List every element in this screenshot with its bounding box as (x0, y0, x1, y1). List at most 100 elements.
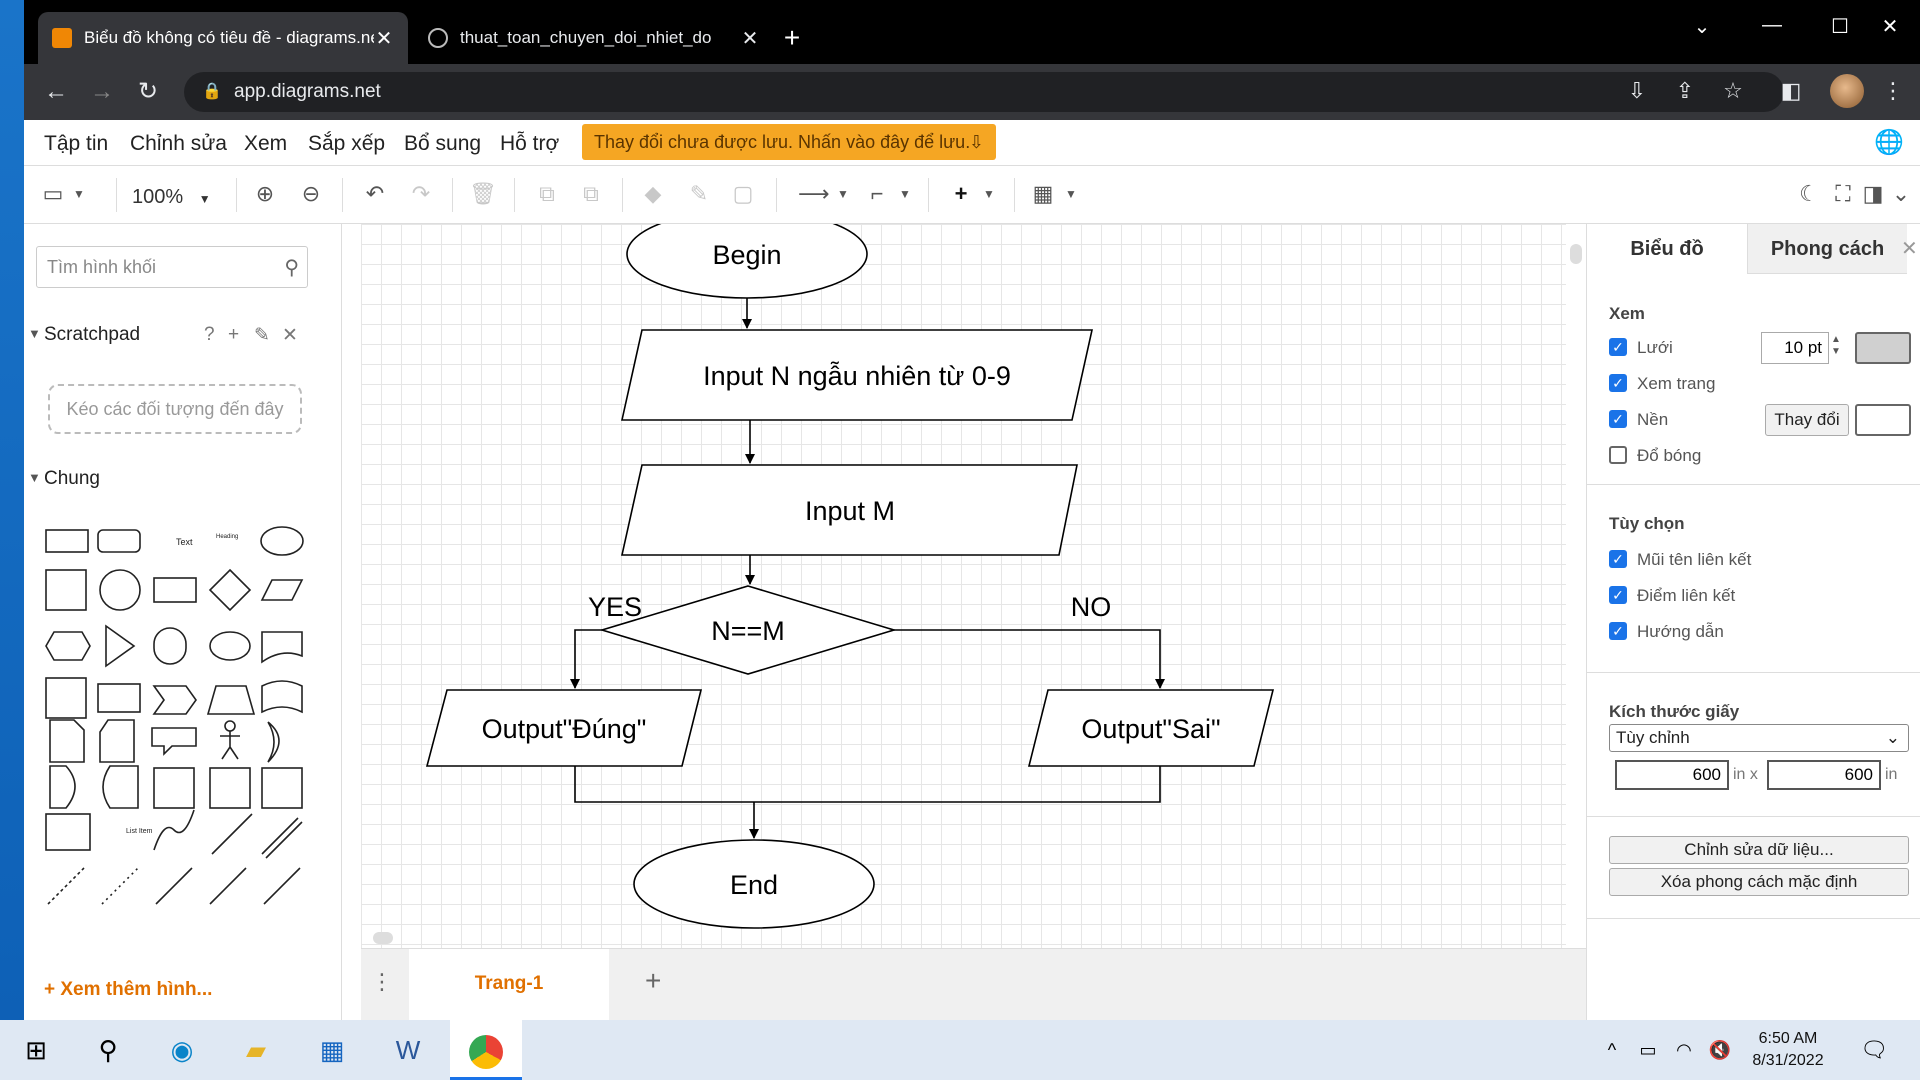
menu-edit[interactable]: Chỉnh sửa (130, 132, 227, 156)
shape-line[interactable] (155, 867, 193, 905)
tab-github[interactable]: thuat_toan_chuyen_doi_nhiet_do ✕ (414, 12, 774, 64)
tab-search-icon[interactable]: ⌄ (1682, 14, 1722, 39)
paper-height-input[interactable]: 600 (1767, 760, 1881, 790)
edge-yes[interactable] (570, 629, 602, 689)
table-icon[interactable]: ▦ (1028, 180, 1058, 208)
shape-trapezoid[interactable] (206, 685, 256, 715)
search-icon[interactable]: ⚲ (284, 255, 299, 280)
shape-swimlane[interactable] (209, 767, 251, 809)
help-icon[interactable]: ? (204, 324, 215, 346)
menu-arrange[interactable]: Sắp xếp (308, 132, 385, 156)
menu-view[interactable]: Xem (244, 132, 287, 156)
url-bar[interactable]: 🔒 app.diagrams.net (184, 72, 1784, 112)
word-icon[interactable]: W (386, 1030, 430, 1070)
avatar[interactable] (1830, 74, 1864, 108)
change-background-button[interactable]: Thay đổi (1765, 404, 1849, 436)
maximize-button[interactable]: ☐ (1820, 14, 1860, 39)
shape-bidirectional-arrow[interactable] (211, 813, 253, 855)
scratchpad-dropzone[interactable]: Kéo các đối tượng đến đây (48, 384, 302, 434)
shape-dotted-line[interactable] (101, 867, 139, 905)
tab-diagrams[interactable]: Biểu đồ không có tiêu đề - diagrams.net … (38, 12, 408, 64)
side-panel-icon[interactable]: ◧ (1776, 78, 1806, 104)
install-icon[interactable]: ⇩ (1622, 78, 1652, 104)
shape-actor[interactable] (224, 720, 236, 732)
more-shapes-button[interactable]: + Xem thêm hình... (44, 968, 324, 1012)
shape-cube[interactable] (97, 683, 141, 713)
bookmark-star-icon[interactable]: ☆ (1718, 78, 1748, 104)
pages-menu-icon[interactable]: ⋮ (371, 969, 393, 995)
to-front-icon[interactable]: ⧉ (532, 180, 562, 208)
shadow-checkbox[interactable] (1609, 446, 1627, 464)
volume-mute-icon[interactable]: 🔇 (1698, 1030, 1742, 1070)
reload-icon[interactable]: ↻ (132, 78, 164, 106)
shape-list[interactable] (45, 813, 91, 851)
store-icon[interactable]: ▦ (310, 1030, 354, 1070)
close-tab-icon[interactable]: ✕ (740, 26, 760, 51)
notifications-icon[interactable]: 🗨 (1852, 1030, 1896, 1070)
vertical-scrollbar[interactable] (1566, 224, 1586, 948)
flowchart[interactable]: Begin Input N ngẫu nhiên từ 0-9 Input M … (361, 224, 1566, 948)
tab-diagram[interactable]: Biểu đồ (1587, 224, 1747, 274)
horizontal-scrollbar[interactable] (361, 928, 1566, 948)
shape-library-grid[interactable]: Text Heading List Item (36, 520, 326, 960)
to-back-icon[interactable]: ⧉ (576, 180, 606, 208)
shape-text[interactable]: Text (176, 537, 193, 547)
connection-arrow-icon[interactable]: ⟶ (798, 180, 830, 208)
new-tab-button[interactable]: + (776, 22, 808, 54)
shape-container[interactable] (153, 767, 195, 809)
background-checkbox[interactable]: ✓ (1609, 410, 1627, 428)
edit-data-button[interactable]: Chỉnh sửa dữ liệu... (1609, 836, 1909, 864)
shape-parallelogram[interactable] (260, 579, 304, 601)
shadow-icon[interactable]: ▢ (728, 180, 758, 208)
connection-arrows-checkbox[interactable]: ✓ (1609, 550, 1627, 568)
shape-circle[interactable] (99, 569, 141, 611)
shape-ellipse[interactable] (260, 526, 304, 556)
page-tab[interactable]: Trang-1 (409, 949, 609, 1021)
minimize-button[interactable]: — (1752, 14, 1792, 37)
back-icon[interactable]: ← (40, 78, 72, 106)
collapse-icon[interactable]: ⌄ (1886, 180, 1916, 208)
menu-file[interactable]: Tập tin (44, 132, 108, 156)
menu-extras[interactable]: Bổ sung (404, 132, 481, 156)
shape-process[interactable] (153, 577, 197, 603)
shape-directional-connector[interactable] (263, 867, 301, 905)
edit-icon[interactable]: ✎ (254, 324, 270, 347)
zoom-in-icon[interactable]: ⊕ (250, 180, 280, 208)
share-icon[interactable]: ⇪ (1670, 78, 1700, 104)
chevron-down-icon[interactable]: ▼ (828, 180, 858, 208)
undo-icon[interactable]: ↶ (360, 180, 390, 208)
waypoints-icon[interactable]: ⌐ (862, 180, 892, 208)
paper-width-input[interactable]: 600 (1615, 760, 1729, 790)
add-icon[interactable]: + (228, 324, 239, 346)
chrome-icon[interactable] (450, 1020, 522, 1080)
close-window-button[interactable]: ✕ (1870, 14, 1910, 39)
line-color-icon[interactable]: ✎ (684, 180, 714, 208)
format-panel-icon[interactable]: ◨ (1858, 180, 1888, 208)
language-globe-icon[interactable]: 🌐 (1874, 128, 1904, 157)
close-tab-icon[interactable]: ✕ (374, 26, 394, 51)
scratchpad-header[interactable]: ▼ Scratchpad ? + ✎ ✕ (24, 324, 324, 354)
shape-stored-data[interactable] (102, 765, 139, 809)
search-icon[interactable]: ⚲ (86, 1030, 130, 1070)
redo-icon[interactable]: ↷ (406, 180, 436, 208)
dark-mode-icon[interactable]: ☾ (1794, 180, 1824, 208)
shape-cloud[interactable] (209, 631, 251, 661)
guides-checkbox[interactable]: ✓ (1609, 622, 1627, 640)
shape-frame[interactable] (261, 767, 303, 809)
close-icon[interactable]: ✕ (282, 324, 298, 347)
paper-size-select[interactable]: Tùy chỉnh ⌄ (1609, 724, 1909, 752)
fullscreen-icon[interactable]: ⛶ (1828, 180, 1858, 208)
taskbar-clock[interactable]: 6:50 AM 8/31/2022 (1740, 1028, 1836, 1072)
file-explorer-icon[interactable]: ▰ (234, 1030, 278, 1070)
shape-dashed-line[interactable] (47, 867, 85, 905)
tab-style[interactable]: Phong cách (1747, 224, 1907, 274)
edge-icon[interactable]: ◉ (160, 1030, 204, 1070)
shape-or[interactable] (267, 721, 280, 763)
fill-color-icon[interactable]: ◆ (638, 180, 668, 208)
zoom-out-icon[interactable]: ⊖ (296, 180, 326, 208)
forward-icon[interactable]: → (86, 78, 118, 106)
general-header[interactable]: ▼ Chung (24, 468, 324, 498)
shape-list-item[interactable]: List Item (126, 828, 153, 835)
menu-help[interactable]: Hỗ trợ (500, 132, 559, 156)
grid-checkbox[interactable]: ✓ (1609, 338, 1627, 356)
